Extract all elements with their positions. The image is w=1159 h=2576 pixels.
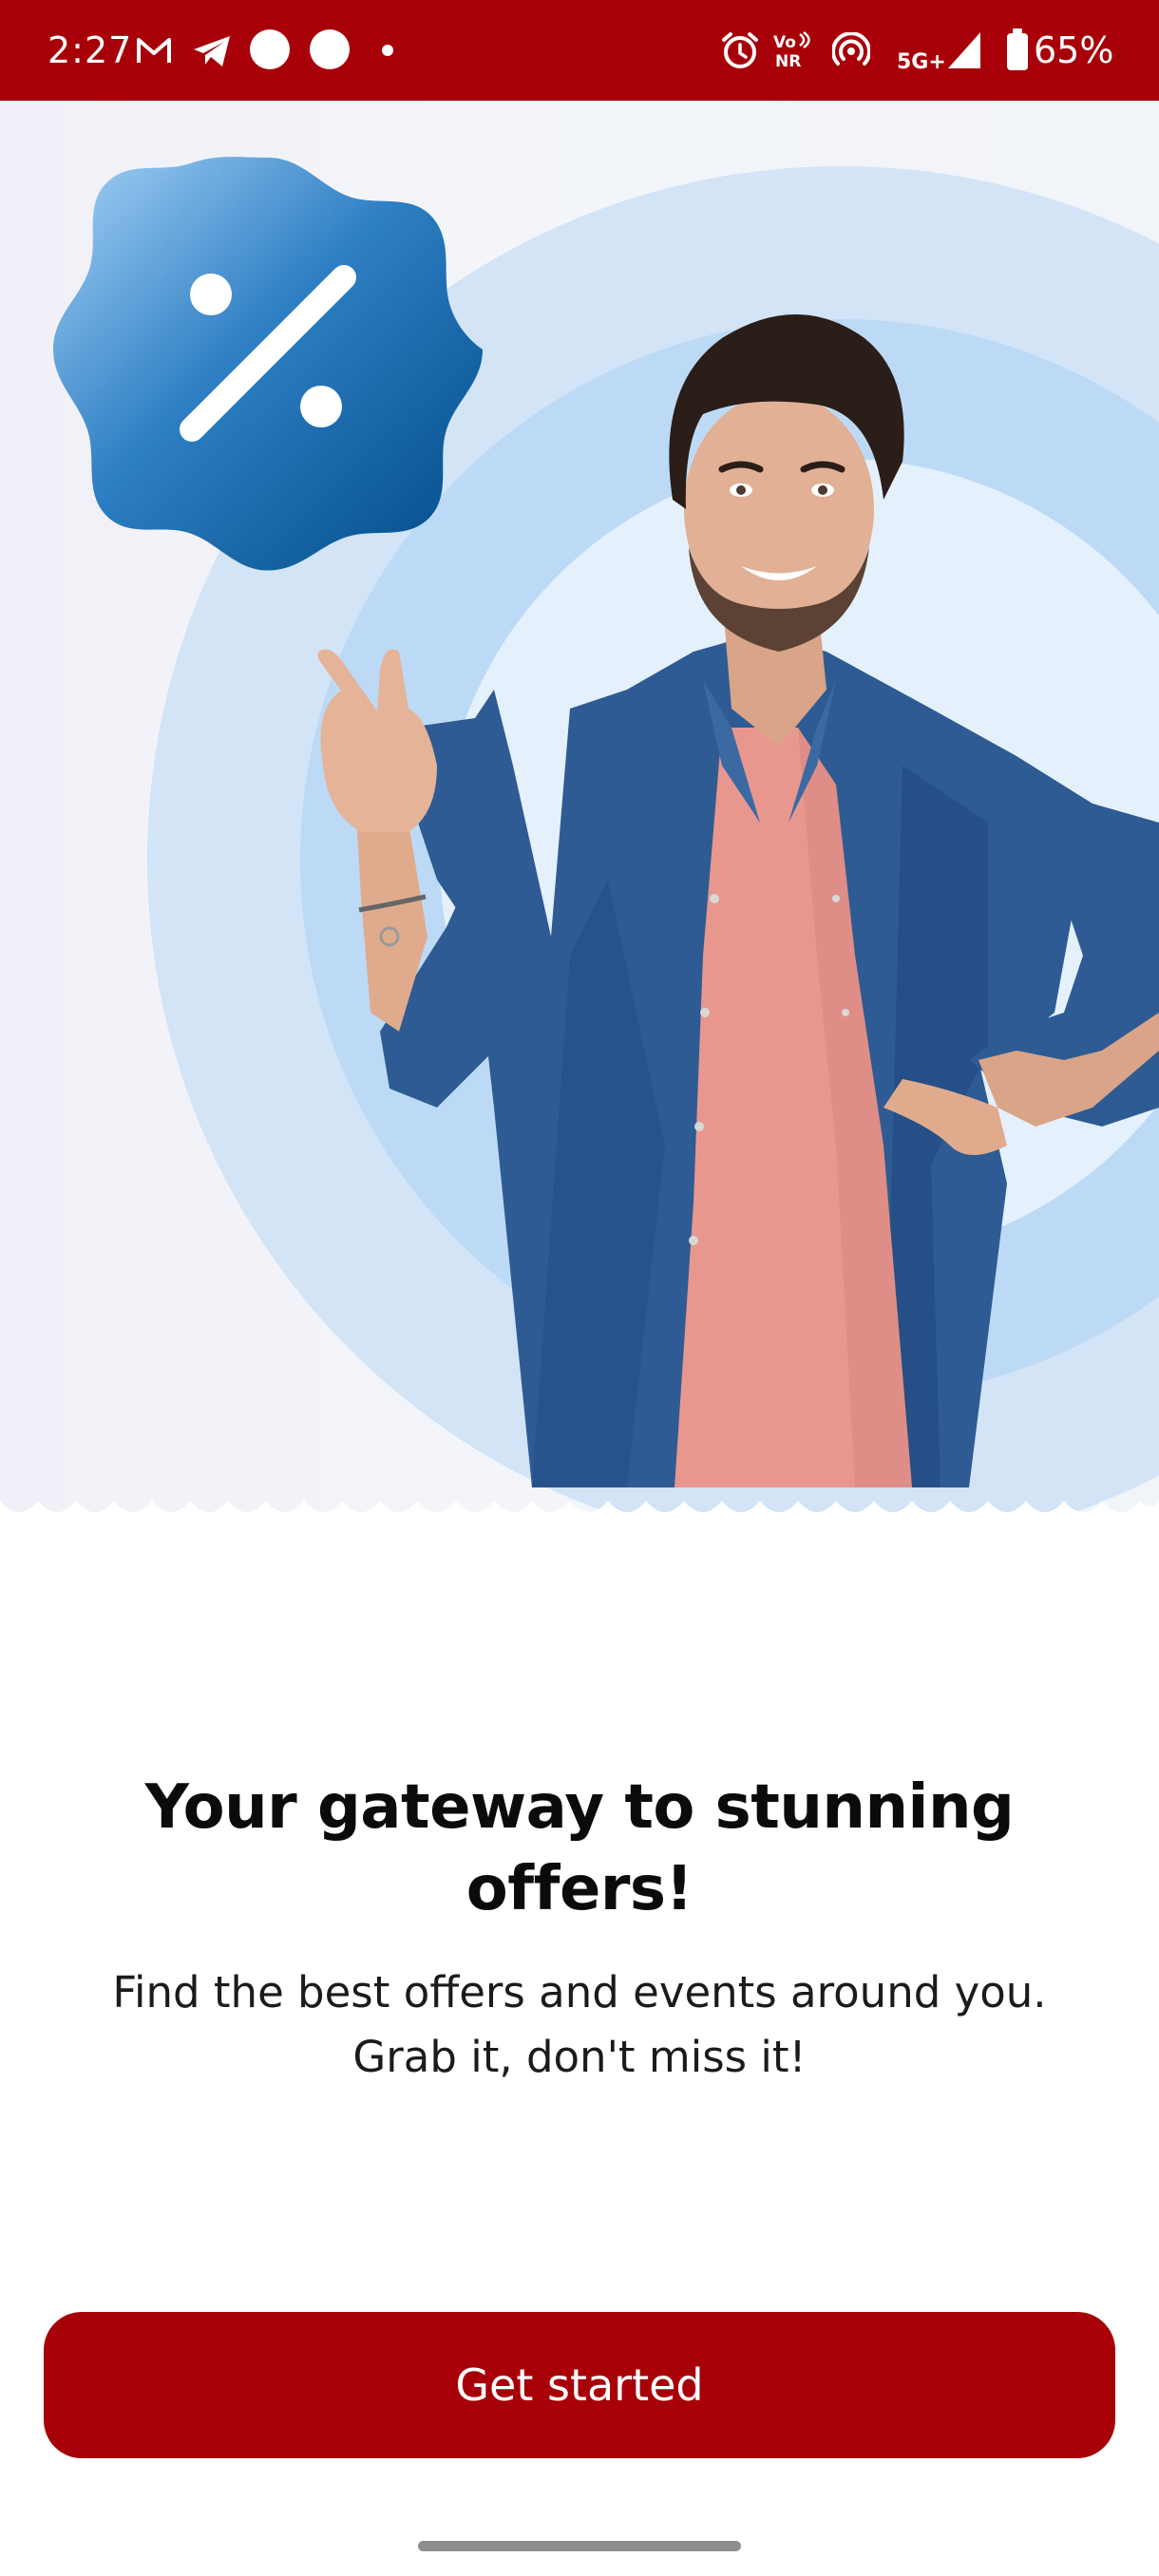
headline: Your gateway to stunning offers!	[144, 1772, 1015, 1924]
signal-icon	[948, 32, 980, 68]
wavy-divider	[0, 1501, 1159, 1525]
percent-badge-icon	[53, 157, 483, 571]
alarm-icon	[722, 32, 758, 68]
get-started-button[interactable]: Get started	[44, 2312, 1115, 2458]
status-bar: 2:27 Vo NR 5G+ 65%	[0, 0, 1159, 101]
subtitle-line-1: Find the best offers and events around y…	[112, 1967, 1047, 2017]
volte-label-top: Vo	[773, 33, 796, 52]
battery-icon	[1007, 28, 1028, 70]
gmail-icon	[137, 38, 171, 63]
hotspot-icon	[832, 32, 870, 66]
network-label: 5G+	[897, 50, 946, 72]
status-time: 2:27	[48, 29, 133, 71]
subtitle: Find the best offers and events around y…	[95, 1960, 1064, 2090]
volte-label-bottom: NR	[775, 52, 801, 70]
hero-illustration	[0, 101, 1159, 1525]
subtitle-line-2: Grab it, don't miss it!	[352, 2032, 807, 2082]
telegram-icon	[194, 36, 230, 66]
home-indicator[interactable]	[418, 2541, 741, 2551]
notification-dot-icon	[250, 29, 290, 69]
more-dot-icon	[382, 45, 393, 56]
battery-percent: 65%	[1034, 29, 1114, 71]
notification-dot-icon	[310, 29, 350, 69]
volte-icon: Vo NR	[773, 30, 810, 70]
